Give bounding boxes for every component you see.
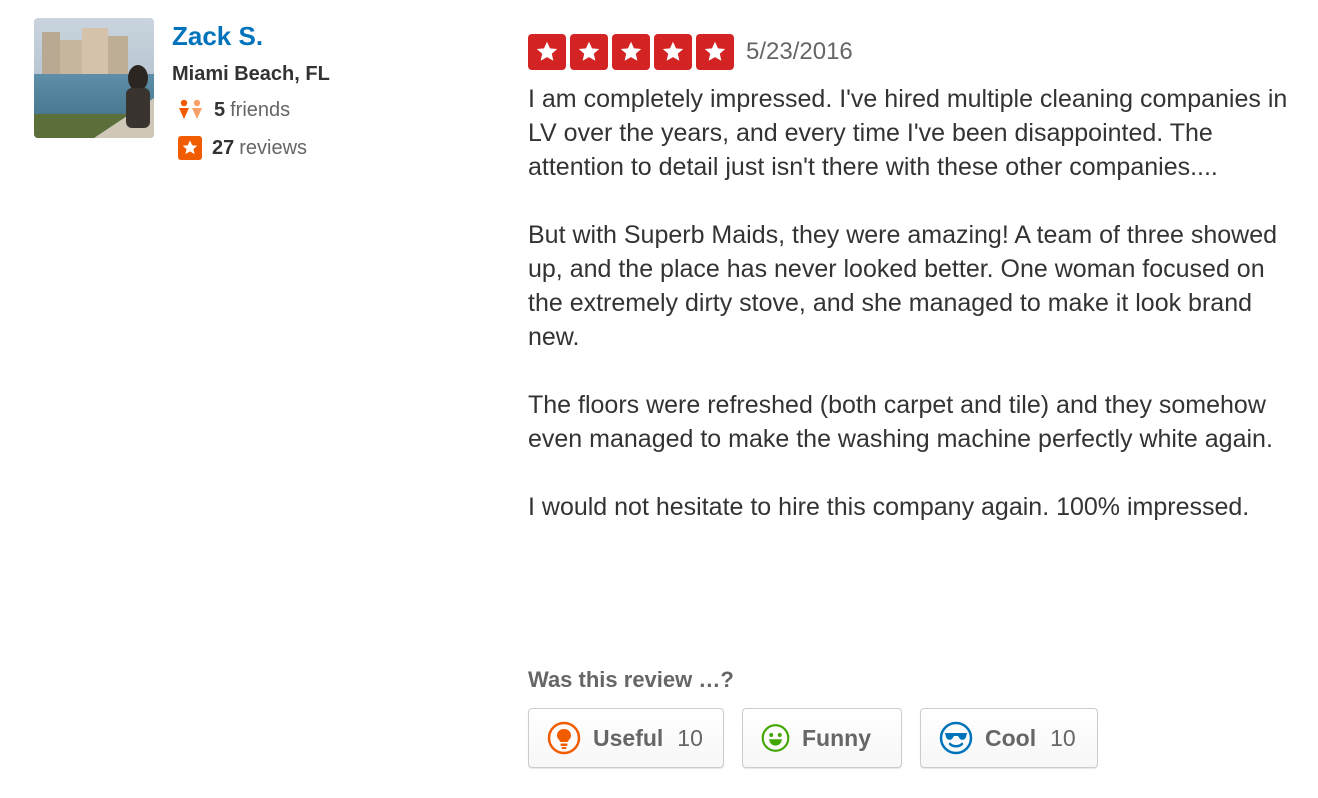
useful-button[interactable]: Useful 10: [528, 708, 724, 768]
review-star-icon: [178, 136, 202, 160]
useful-count: 10: [677, 724, 703, 751]
review-text: I am completely impressed. I've hired mu…: [528, 82, 1288, 524]
cool-label: Cool: [985, 724, 1037, 751]
lightbulb-icon: [547, 721, 581, 755]
vote-buttons: Useful 10 Funny Cool 10: [528, 708, 1098, 768]
user-location: Miami Beach, FL: [172, 63, 330, 85]
smiley-icon: [761, 724, 790, 752]
friends-label: friends: [230, 99, 291, 121]
review-paragraph: I am completely impressed. I've hired mu…: [528, 85, 1288, 181]
useful-label: Useful: [593, 724, 664, 751]
cool-button[interactable]: Cool 10: [920, 708, 1098, 768]
review-paragraph: The floors were refreshed (both carpet a…: [528, 391, 1273, 453]
star-icon: [696, 34, 734, 70]
star-icon: [570, 34, 608, 70]
vote-question: Was this review …?: [528, 667, 734, 692]
user-name-link[interactable]: Zack S.: [172, 21, 263, 51]
review-paragraph: But with Superb Maids, they were amazing…: [528, 221, 1278, 351]
avatar-photo: [34, 18, 154, 138]
rating-row: 5/23/2016: [528, 34, 853, 70]
user-avatar[interactable]: [34, 18, 154, 138]
cool-count: 10: [1050, 724, 1076, 751]
funny-button[interactable]: Funny: [742, 708, 902, 768]
friends-stat: 5 friends: [178, 98, 290, 122]
review-card: Zack S. Miami Beach, FL 5 friends 27 revie…: [0, 0, 1318, 798]
friends-icon: [179, 99, 202, 119]
review-date: 5/23/2016: [746, 38, 853, 65]
star-icon: [612, 34, 650, 70]
star-rating: [528, 34, 734, 70]
reviews-label: reviews: [239, 137, 308, 159]
reviews-stat: 27 reviews: [178, 136, 307, 160]
star-icon: [654, 34, 692, 70]
star-icon: [528, 34, 566, 70]
reviews-count: 27: [212, 137, 235, 159]
sunglasses-icon: [939, 721, 973, 755]
friends-count: 5: [214, 99, 226, 121]
funny-label: Funny: [802, 724, 871, 751]
review-paragraph: I would not hesitate to hire this compan…: [528, 493, 1250, 521]
